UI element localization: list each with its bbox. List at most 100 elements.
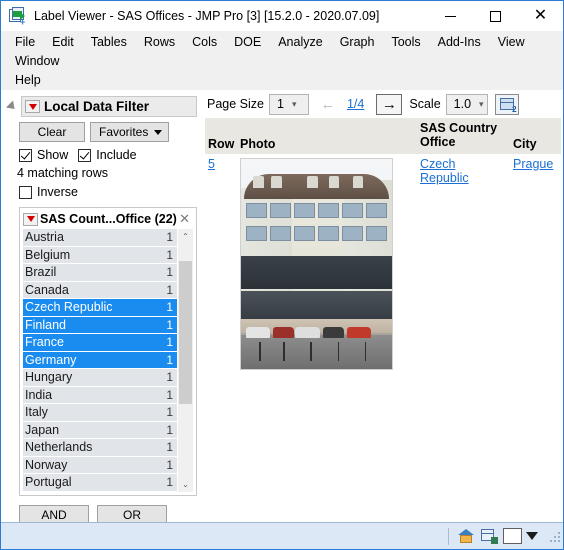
local-data-filter-title-bar: Local Data Filter	[21, 96, 197, 117]
cell-sas-country-office: Czech Republic	[417, 154, 510, 370]
scroll-up-icon[interactable]: ⌃	[178, 229, 193, 244]
filter-list-item[interactable]: France 1	[23, 334, 177, 351]
inverse-checkbox[interactable]	[19, 185, 32, 199]
filter-list-item[interactable]: Germany 1	[23, 351, 177, 368]
filter-list-item-count: 1	[166, 440, 173, 455]
status-bar	[1, 522, 563, 549]
row-number-link[interactable]: 5	[208, 157, 215, 171]
close-icon[interactable]: ✕	[179, 212, 190, 225]
filter-list-item-count: 1	[166, 282, 173, 297]
filter-list-item-count: 1	[166, 265, 173, 280]
filter-list-item[interactable]: Hungary 1	[23, 369, 177, 386]
color-swatch[interactable]	[503, 528, 522, 544]
maximize-button[interactable]	[473, 1, 518, 31]
filter-list-item-count: 1	[166, 247, 173, 262]
filter-list-item[interactable]: Brazil 1	[23, 264, 177, 281]
label-table: Row Photo SAS Country Office City 5 Czec…	[205, 118, 561, 370]
page-size-label: Page Size	[207, 97, 264, 111]
filter-list-item-count: 1	[166, 457, 173, 472]
menu-item-help[interactable]: Help	[7, 71, 50, 90]
filter-list-item[interactable]: Italy 1	[23, 404, 177, 421]
filter-list-item[interactable]: Norway 1	[23, 456, 177, 473]
filter-list-item-label: Belgium	[25, 247, 71, 262]
minimize-button[interactable]	[428, 1, 473, 31]
show-checkbox[interactable]	[19, 148, 32, 162]
filter-card-title: SAS Count...Office (22)	[40, 212, 177, 226]
close-icon: ✕	[533, 7, 548, 24]
filter-list-item[interactable]: Netherlands 1	[23, 439, 177, 456]
menu-item-cols[interactable]: Cols	[184, 33, 226, 52]
filter-list-item[interactable]: Portugal 1	[23, 474, 177, 491]
menu-item-graph[interactable]: Graph	[332, 33, 384, 52]
filter-list-item-label: India	[25, 387, 53, 402]
jmp-data-table-icon: +	[9, 7, 27, 27]
red-triangle-menu-icon[interactable]	[25, 100, 40, 113]
menu-item-rows[interactable]: Rows	[136, 33, 184, 52]
data-table-icon[interactable]	[480, 527, 498, 545]
menu-item-doe[interactable]: DOE	[226, 33, 270, 52]
menu-item-analyze[interactable]: Analyze	[270, 33, 331, 52]
disclosure-triangle-icon[interactable]	[5, 100, 19, 113]
label-viewer-content: Page Size 1 ▾ ← 1/4 → Scale 1.0 ▾ 2 Row …	[201, 90, 563, 521]
column-header-city[interactable]: City	[510, 137, 558, 154]
filter-list-item-label: Netherlands	[25, 440, 93, 455]
caret-down-icon[interactable]	[526, 532, 538, 540]
filter-list-item[interactable]: Belgium 1	[23, 246, 177, 263]
filter-list-item[interactable]: Japan 1	[23, 421, 177, 438]
column-header-photo[interactable]: Photo	[237, 137, 417, 154]
column-header-sas-country-office[interactable]: SAS Country Office	[417, 118, 510, 152]
inverse-label: Inverse	[37, 185, 78, 199]
city-link[interactable]: Prague	[513, 157, 553, 171]
filter-list-item[interactable]: Austria 1	[23, 229, 177, 246]
status-separator	[448, 527, 449, 545]
cell-city: Prague	[510, 154, 558, 370]
filter-list-item-label: Czech Republic	[25, 300, 113, 315]
filter-list-item-label: Norway	[25, 457, 68, 472]
chevron-down-icon: ▾	[479, 98, 484, 109]
scale-select[interactable]: 1.0 ▾	[445, 93, 488, 115]
include-checkbox[interactable]	[78, 148, 92, 162]
filter-list-item-label: Japan	[25, 422, 60, 437]
sas-office-building-photo[interactable]	[240, 158, 393, 370]
menu-item-file[interactable]: File	[7, 33, 44, 52]
scroll-down-icon[interactable]: ⌄	[178, 477, 193, 492]
filter-list-item[interactable]: India 1	[23, 386, 177, 403]
main-body: Local Data Filter Clear Favorites Show I…	[1, 90, 563, 525]
menu-item-add-ins[interactable]: Add-Ins	[430, 33, 490, 52]
chevron-down-icon	[154, 129, 163, 135]
resize-grip-icon[interactable]	[548, 530, 560, 542]
menu-item-edit[interactable]: Edit	[44, 33, 83, 52]
menu-item-tables[interactable]: Tables	[83, 33, 136, 52]
filter-list-wrap: Austria 1 Belgium 1 Brazil 1 Canada 1 Czech Repu…	[23, 229, 193, 492]
scale-label: Scale	[409, 97, 441, 111]
local-data-filter-header: Local Data Filter	[5, 96, 201, 117]
menu-bar: File Edit Tables Rows Cols DOE Analyze Graph Too…	[1, 31, 563, 93]
filter-list-item-label: Germany	[25, 352, 77, 367]
scrollbar-thumb[interactable]	[179, 260, 192, 404]
filter-list-scrollbar[interactable]: ⌃ ⌄	[178, 229, 193, 492]
clear-button[interactable]: Clear	[19, 122, 85, 142]
filter-value-list: Austria 1 Belgium 1 Brazil 1 Canada 1 Czech Repu…	[23, 229, 177, 492]
filter-list-item[interactable]: Czech Republic 1	[23, 299, 177, 316]
filter-card-menu-icon[interactable]	[23, 212, 38, 226]
table-layout-icon[interactable]: 2	[494, 93, 519, 115]
page-size-select[interactable]: 1 ▾	[268, 93, 309, 115]
menu-item-view[interactable]: View	[490, 33, 534, 52]
menu-item-window[interactable]: Window	[7, 52, 68, 71]
next-page-button[interactable]: →	[376, 93, 403, 115]
page-indicator[interactable]: 1/4	[347, 97, 364, 111]
cell-row-number: 5	[205, 154, 237, 370]
filter-list-item[interactable]: Finland 1	[23, 316, 177, 333]
home-icon[interactable]	[457, 527, 475, 545]
filter-list-item-count: 1	[166, 335, 173, 350]
filter-list-item-label: Hungary	[25, 370, 73, 385]
favorites-button[interactable]: Favorites	[90, 122, 170, 142]
filter-list-item[interactable]: Canada 1	[23, 281, 177, 298]
page-size-value: 1	[276, 97, 284, 111]
sas-country-office-link[interactable]: Czech Republic	[420, 157, 469, 185]
filter-list-item-count: 1	[166, 300, 173, 315]
close-button[interactable]: ✕	[518, 1, 563, 31]
column-header-row[interactable]: Row	[205, 137, 237, 154]
menu-item-tools[interactable]: Tools	[383, 33, 429, 52]
previous-page-button[interactable]: ←	[315, 94, 341, 115]
